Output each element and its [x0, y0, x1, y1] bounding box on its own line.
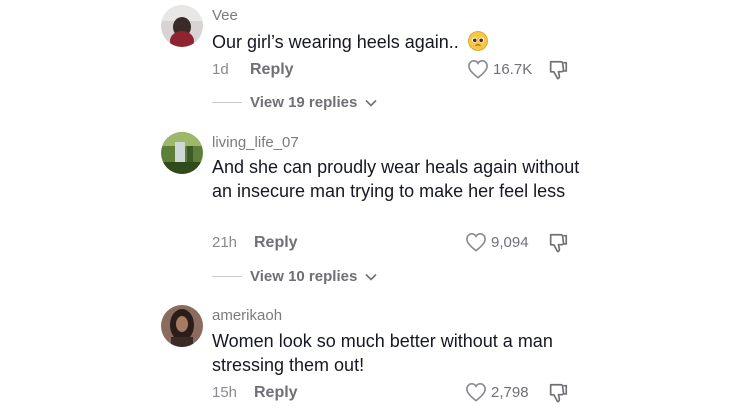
thumbs-down-icon — [549, 383, 568, 403]
heart-outline-icon — [466, 232, 486, 252]
dislike-button[interactable] — [547, 232, 569, 259]
like-button[interactable]: 2,798 — [465, 382, 529, 402]
comment-age: 21h — [212, 234, 238, 251]
view-replies-button[interactable]: View 10 replies — [212, 268, 377, 285]
divider — [212, 276, 242, 277]
divider — [212, 102, 242, 103]
thumbs-down-icon — [549, 60, 568, 80]
chevron-down-icon — [365, 99, 377, 107]
like-button[interactable]: 9,094 — [465, 232, 529, 252]
comment-username[interactable]: living_life_07 — [212, 134, 299, 151]
comment-text: And she can proudly wear heals again wit… — [212, 157, 580, 201]
view-replies-label: View 19 replies — [250, 94, 358, 111]
avatar[interactable] — [161, 305, 203, 347]
comment-text: Our girl’s wearing heels again.. — [212, 31, 592, 58]
like-count: 2,798 — [491, 383, 529, 401]
like-count: 16.7K — [493, 60, 533, 78]
avatar[interactable] — [161, 5, 203, 47]
comment-text-content: Our girl’s wearing heels again.. — [212, 32, 459, 52]
comment-age: 15h — [212, 384, 238, 401]
reply-button[interactable]: Reply — [250, 61, 294, 79]
reply-button[interactable]: Reply — [254, 384, 298, 402]
heart-outline-icon — [468, 59, 488, 79]
view-replies-label: View 10 replies — [250, 268, 358, 285]
comment-username[interactable]: Vee — [212, 7, 238, 24]
like-button[interactable]: 16.7K — [467, 59, 532, 79]
chevron-down-icon — [365, 273, 377, 281]
pleading-face-icon — [467, 31, 488, 58]
dislike-button[interactable] — [547, 382, 569, 409]
avatar[interactable] — [161, 132, 203, 174]
reply-button[interactable]: Reply — [254, 234, 298, 252]
heart-outline-icon — [466, 382, 486, 402]
comment-text: Women look so much better without a man … — [212, 331, 553, 375]
view-replies-button[interactable]: View 19 replies — [212, 94, 377, 111]
thumbs-down-icon — [549, 233, 568, 253]
like-count: 9,094 — [491, 233, 529, 251]
dislike-button[interactable] — [547, 59, 569, 86]
comment-age: 1d — [212, 61, 229, 78]
comment-username[interactable]: amerikaoh — [212, 307, 282, 324]
